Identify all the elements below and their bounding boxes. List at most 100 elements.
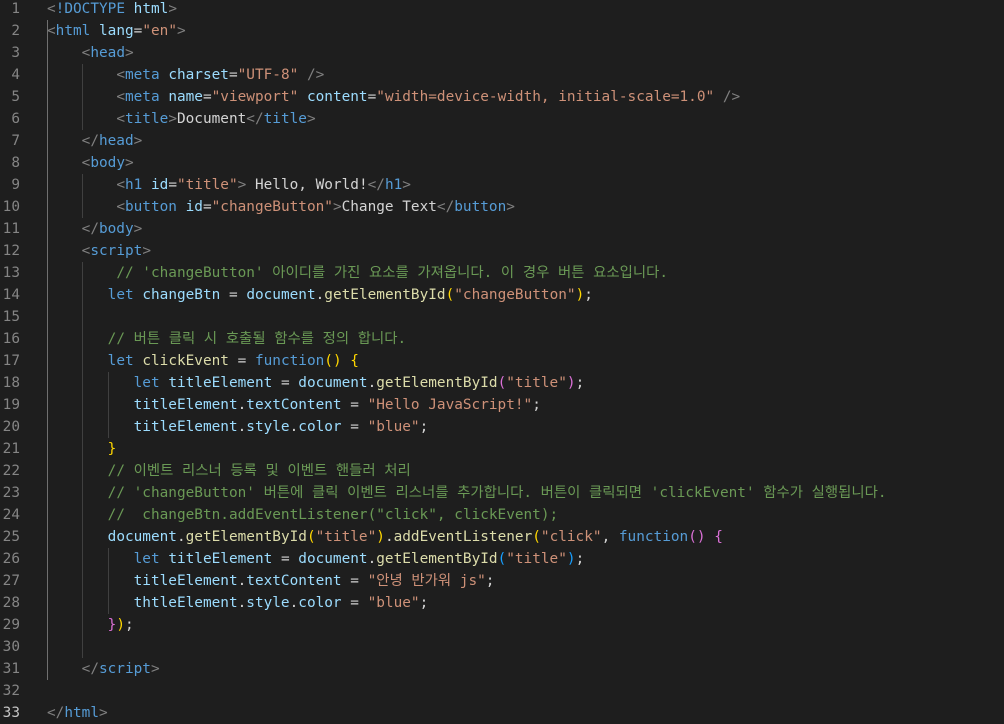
- line-number: 10: [2, 199, 20, 215]
- code-content: titleElement.textContent = "Hello JavaSc…: [47, 394, 541, 416]
- code-line[interactable]: 14 let changeBtn = document.getElementBy…: [0, 284, 1004, 306]
- line-number: 2: [11, 23, 20, 39]
- code-line[interactable]: 15: [0, 306, 1004, 328]
- code-token: name: [168, 89, 203, 105]
- code-content: <title>Document</title>: [47, 108, 315, 130]
- code-line[interactable]: 12 <script>: [0, 240, 1004, 262]
- code-token: "click": [540, 529, 602, 545]
- code-token: ): [566, 551, 576, 567]
- code-line[interactable]: 7 </head>: [0, 130, 1004, 152]
- code-line[interactable]: 16 // 버튼 클릭 시 호출될 함수를 정의 합니다.: [0, 328, 1004, 350]
- code-token: </: [367, 177, 385, 193]
- code-line[interactable]: 18 let titleElement = document.getElemen…: [0, 372, 1004, 394]
- code-line[interactable]: 5 <meta name="viewport" content="width=d…: [0, 86, 1004, 108]
- code-token: >: [168, 111, 177, 127]
- code-editor[interactable]: 1 <!DOCTYPE html> 2 <html lang="en"> 3 <head…: [0, 0, 1004, 723]
- code-token: .: [237, 419, 247, 435]
- code-line[interactable]: 31 </script>: [0, 658, 1004, 680]
- code-token: "안녕 반가워 js": [367, 573, 486, 589]
- code-line[interactable]: 3 <head>: [0, 42, 1004, 64]
- code-line[interactable]: 29 });: [0, 614, 1004, 636]
- code-line[interactable]: 1 <!DOCTYPE html>: [0, 0, 1004, 20]
- code-token: let: [107, 287, 134, 303]
- code-token: titleElement: [133, 573, 238, 589]
- line-number: 4: [11, 67, 20, 83]
- code-line[interactable]: 26 let titleElement = document.getElemen…: [0, 548, 1004, 570]
- code-line[interactable]: 25 document.getElementById("title").addE…: [0, 526, 1004, 548]
- code-line[interactable]: 2 <html lang="en">: [0, 20, 1004, 42]
- code-token: =: [202, 89, 212, 105]
- code-token: =: [220, 287, 247, 303]
- code-token: =: [341, 595, 368, 611]
- line-number: 3: [11, 45, 20, 61]
- code-line[interactable]: 9 <h1 id="title"> Hello, World!</h1>: [0, 174, 1004, 196]
- code-content: // 이벤트 리스너 등록 및 이벤트 핸들러 처리: [47, 460, 411, 482]
- indent-guide: [108, 372, 109, 438]
- code-token: title: [263, 111, 307, 127]
- code-line[interactable]: 33 </html>: [0, 702, 1004, 724]
- code-line[interactable]: 20 titleElement.style.color = "blue";: [0, 416, 1004, 438]
- code-line[interactable]: 6 <title>Document</title>: [0, 108, 1004, 130]
- code-token: id: [185, 199, 203, 215]
- code-token: ;: [532, 397, 541, 413]
- code-line[interactable]: 32: [0, 680, 1004, 702]
- code-token: Document: [176, 111, 247, 127]
- code-token: >: [98, 705, 108, 721]
- code-content: // 버튼 클릭 시 호출될 함수를 정의 합니다.: [47, 328, 406, 350]
- code-content: thtleElement.style.color = "blue";: [47, 592, 429, 614]
- code-line[interactable]: 28 thtleElement.style.color = "blue";: [0, 592, 1004, 614]
- code-line[interactable]: 30: [0, 636, 1004, 658]
- code-line[interactable]: 27 titleElement.textContent = "안녕 반가워 js…: [0, 570, 1004, 592]
- line-number: 16: [2, 331, 20, 347]
- code-content: // changeBtn.addEventListener("click", c…: [47, 504, 559, 526]
- code-line[interactable]: 24 // changeBtn.addEventListener("click"…: [0, 504, 1004, 526]
- code-token: // 버튼 클릭 시 호출될 함수를 정의 합니다.: [107, 331, 407, 347]
- code-line[interactable]: 11 </body>: [0, 218, 1004, 240]
- code-content: document.getElementById("title").addEven…: [47, 526, 723, 548]
- code-token: // 'changeButton' 아이디를 가진 요소를 가져옵니다. 이 경…: [116, 265, 668, 281]
- line-number: 28: [2, 595, 20, 611]
- line-number: 27: [2, 573, 20, 589]
- code-line[interactable]: 22 // 이벤트 리스너 등록 및 이벤트 핸들러 처리: [0, 460, 1004, 482]
- line-number: 7: [11, 133, 20, 149]
- code-token: ;: [584, 287, 593, 303]
- code-token: .: [237, 595, 247, 611]
- code-token: ): [575, 287, 585, 303]
- code-token: =: [341, 397, 368, 413]
- code-token: thtleElement: [133, 595, 238, 611]
- code-token: {: [350, 353, 359, 369]
- code-token: document: [298, 375, 368, 391]
- code-line[interactable]: 19 titleElement.textContent = "Hello Jav…: [0, 394, 1004, 416]
- code-token: Hello, World!: [246, 177, 368, 193]
- code-content: let titleElement = document.getElementBy…: [47, 548, 585, 570]
- code-content: // 'changeButton' 버튼에 클릭 이벤트 리스너를 추가합니다.…: [47, 482, 887, 504]
- line-number: 9: [11, 177, 20, 193]
- code-token: =: [228, 353, 255, 369]
- code-line[interactable]: 21 }: [0, 438, 1004, 460]
- code-token: >: [133, 133, 143, 149]
- code-content: <html lang="en">: [47, 20, 186, 42]
- code-line[interactable]: 10 <button id="changeButton">Change Text…: [0, 196, 1004, 218]
- code-line[interactable]: 4 <meta charset="UTF-8" />: [0, 64, 1004, 86]
- code-line[interactable]: 13 // 'changeButton' 아이디를 가진 요소를 가져옵니다. …: [0, 262, 1004, 284]
- code-line[interactable]: 8 <body>: [0, 152, 1004, 174]
- line-number: 23: [2, 485, 20, 501]
- code-line[interactable]: 23 // 'changeButton' 버튼에 클릭 이벤트 리스너를 추가합…: [0, 482, 1004, 504]
- line-number: 18: [2, 375, 20, 391]
- code-content: </script>: [47, 658, 160, 680]
- code-content: <button id="changeButton">Change Text</b…: [47, 196, 515, 218]
- code-line[interactable]: 17 let clickEvent = function() {: [0, 350, 1004, 372]
- code-token: script: [90, 243, 143, 259]
- code-token: head: [90, 45, 125, 61]
